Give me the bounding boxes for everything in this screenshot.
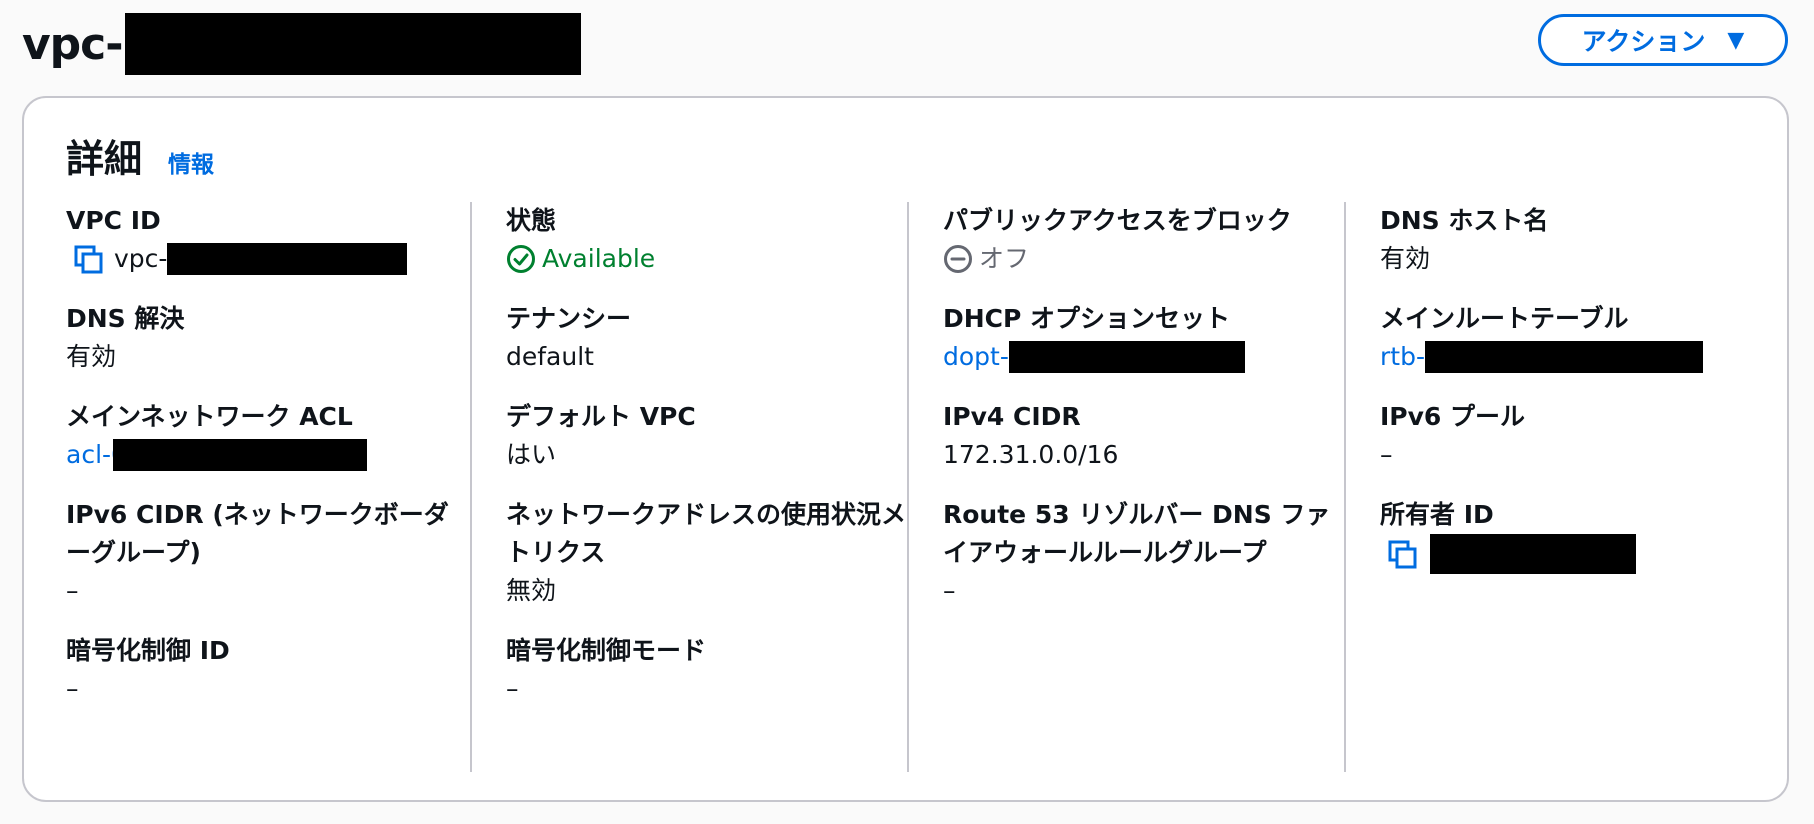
route53-value: –	[943, 576, 956, 605]
owner-id-label: 所有者 ID	[1380, 500, 1494, 529]
owner-id-value	[1380, 534, 1764, 574]
encryption-id-value: –	[66, 674, 79, 703]
route53-label: Route 53 リゾルバー DNS ファイアウォールルールグループ	[943, 500, 1331, 567]
redacted-vpc-id	[167, 243, 408, 275]
encryption-mode-label: 暗号化制御モード	[506, 636, 707, 665]
field-dhcp-option-set: DHCP オプションセット dopt-	[943, 300, 1344, 376]
dns-hostnames-value: 有効	[1380, 244, 1431, 273]
page-title-row: vpc-	[22, 8, 581, 80]
encryption-mode-value: –	[506, 674, 519, 703]
main-acl-value: acl-0	[66, 436, 466, 474]
main-route-table-value: rtb-	[1380, 338, 1764, 376]
details-column-2: 状態 Available テナンシー default デフォルト VPC はい …	[470, 202, 907, 772]
state-label: 状態	[506, 206, 557, 235]
details-title: 詳細	[66, 137, 143, 181]
field-tenancy: テナンシー default	[506, 300, 907, 376]
field-ipv6-pool: IPv6 プール –	[1380, 398, 1764, 474]
field-network-usage-metrics: ネットワークアドレスの使用状況メトリクス 無効	[506, 496, 907, 610]
details-columns: VPC ID vpc- DNS 解決 有効 メインネットワーク ACL acl-…	[24, 202, 1787, 772]
default-vpc-value: はい	[506, 440, 557, 469]
field-main-network-acl: メインネットワーク ACL acl-0	[66, 398, 466, 474]
vpc-details-page: vpc- アクション ▼ 詳細 情報 VPC ID vpc- DNS 解決 有効…	[0, 0, 1814, 824]
vpc-id-value: vpc-	[66, 240, 466, 278]
field-default-vpc: デフォルト VPC はい	[506, 398, 907, 474]
block-public-label: パブリックアクセスをブロック	[943, 206, 1292, 235]
state-value: Available	[506, 240, 907, 278]
block-public-text: オフ	[979, 244, 1030, 273]
main-route-table-label: メインルートテーブル	[1380, 304, 1629, 333]
field-block-public-access: パブリックアクセスをブロック オフ	[943, 202, 1344, 278]
page-title: vpc-	[22, 18, 124, 70]
field-ipv4-cidr: IPv4 CIDR 172.31.0.0/16	[943, 398, 1344, 474]
status-stopped-icon	[944, 245, 972, 273]
dhcp-label: DHCP オプションセット	[943, 304, 1231, 333]
dns-resolution-value: 有効	[66, 342, 117, 371]
ipv4-cidr-value: 172.31.0.0/16	[943, 440, 1119, 469]
copy-icon[interactable]	[1386, 538, 1418, 570]
main-route-table-link[interactable]: rtb-	[1380, 338, 1425, 376]
encryption-id-label: 暗号化制御 ID	[66, 636, 230, 665]
ipv6-cidr-value: –	[66, 576, 79, 605]
copy-icon[interactable]	[72, 243, 104, 275]
field-dns-resolution: DNS 解決 有効	[66, 300, 466, 376]
ipv6-cidr-label: IPv6 CIDR (ネットワークボーダーグループ)	[66, 500, 449, 567]
actions-dropdown-button[interactable]: アクション ▼	[1538, 14, 1788, 66]
field-owner-id: 所有者 ID	[1380, 496, 1764, 574]
redacted-acl-id	[112, 439, 367, 471]
field-dns-hostnames: DNS ホスト名 有効	[1380, 202, 1764, 278]
field-vpc-id: VPC ID vpc-	[66, 202, 466, 278]
redacted-owner-id	[1430, 534, 1636, 574]
status-positive-icon	[507, 245, 535, 273]
redacted-dhcp-id	[1008, 341, 1245, 373]
field-encryption-control-mode: 暗号化制御モード –	[506, 632, 907, 708]
dhcp-link[interactable]: dopt-	[943, 338, 1009, 376]
details-column-3: パブリックアクセスをブロック オフ DHCP オプションセット dopt- IP…	[907, 202, 1344, 772]
dns-hostnames-label: DNS ホスト名	[1380, 206, 1549, 235]
field-route53-resolver: Route 53 リゾルバー DNS ファイアウォールルールグループ –	[943, 496, 1344, 610]
ipv6-pool-value: –	[1380, 440, 1393, 469]
field-state: 状態 Available	[506, 202, 907, 278]
field-main-route-table: メインルートテーブル rtb-	[1380, 300, 1764, 376]
ipv6-pool-label: IPv6 プール	[1380, 402, 1526, 431]
tenancy-label: テナンシー	[506, 304, 632, 333]
block-public-value: オフ	[943, 240, 1344, 278]
dhcp-value: dopt-	[943, 338, 1344, 376]
net-usage-value: 無効	[506, 576, 557, 605]
details-column-4: DNS ホスト名 有効 メインルートテーブル rtb- IPv6 プール – 所…	[1344, 202, 1764, 772]
actions-label: アクション	[1581, 27, 1706, 56]
redacted-vpc-id	[124, 13, 581, 75]
details-column-1: VPC ID vpc- DNS 解決 有効 メインネットワーク ACL acl-…	[66, 202, 466, 772]
details-panel: 詳細 情報 VPC ID vpc- DNS 解決 有効 メインネットワーク AC…	[22, 96, 1789, 802]
vpc-id-label: VPC ID	[66, 206, 161, 235]
caret-down-icon: ▼	[1727, 27, 1745, 53]
field-ipv6-cidr: IPv6 CIDR (ネットワークボーダーグループ) –	[66, 496, 466, 610]
main-acl-label: メインネットワーク ACL	[66, 402, 353, 431]
field-encryption-control-id: 暗号化制御 ID –	[66, 632, 466, 708]
info-link[interactable]: 情報	[168, 145, 214, 179]
default-vpc-label: デフォルト VPC	[506, 402, 696, 431]
redacted-route-table-id	[1424, 341, 1703, 373]
net-usage-label: ネットワークアドレスの使用状況メトリクス	[506, 500, 907, 567]
ipv4-cidr-label: IPv4 CIDR	[943, 402, 1081, 431]
details-header: 詳細 情報	[66, 128, 214, 183]
dns-resolution-label: DNS 解決	[66, 304, 185, 333]
tenancy-value: default	[506, 342, 594, 371]
vpc-id-text: vpc-	[114, 244, 168, 273]
state-text: Available	[542, 244, 656, 273]
